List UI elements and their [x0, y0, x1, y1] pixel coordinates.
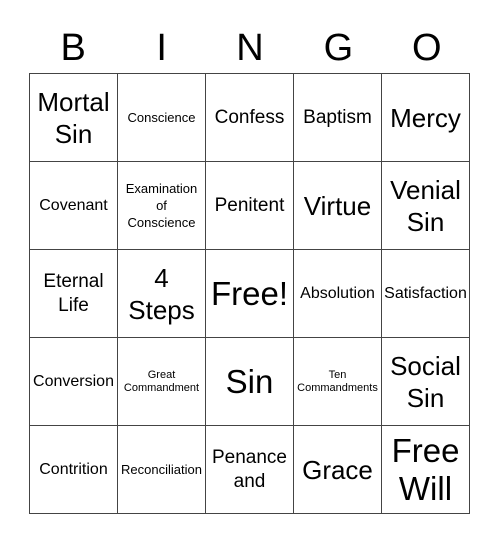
bingo-cell-text: Eternal Life — [43, 270, 104, 316]
bingo-cell[interactable]: Penance and — [206, 426, 294, 514]
bingo-cell-text: Reconciliation — [121, 462, 202, 477]
bingo-cell-text: Free Will — [391, 431, 460, 507]
bingo-cell[interactable]: Grace — [294, 426, 382, 514]
bingo-cell[interactable]: Reconciliation — [118, 426, 206, 514]
bingo-cell-text: Conscience — [127, 110, 196, 125]
bingo-cell[interactable]: Free Will — [382, 426, 470, 514]
header-letter-o: O — [412, 27, 442, 69]
bingo-cell-text: Grace — [302, 454, 373, 485]
bingo-cell-text: Free! — [210, 274, 289, 312]
bingo-cell[interactable]: Venial Sin — [382, 162, 470, 250]
bingo-cell-text: Satisfaction — [384, 284, 467, 302]
bingo-cell-text: Conversion — [33, 372, 114, 390]
bingo-cell[interactable]: Examination of Conscience — [118, 162, 206, 250]
bingo-cell[interactable]: Conversion — [30, 338, 118, 426]
bingo-cell[interactable]: Confess — [206, 74, 294, 162]
bingo-cell[interactable]: Baptism — [294, 74, 382, 162]
bingo-cell-text: Sin — [225, 362, 274, 400]
bingo-cell[interactable]: Free! — [206, 250, 294, 338]
bingo-header: B I N G O — [29, 22, 471, 74]
header-letter-i: I — [156, 27, 167, 69]
bingo-cell[interactable]: Virtue — [294, 162, 382, 250]
bingo-cell-text: Absolution — [300, 284, 375, 302]
bingo-cell[interactable]: Eternal Life — [30, 250, 118, 338]
bingo-cell-text: Baptism — [303, 106, 372, 128]
bingo-cell-text: Ten Commandments — [297, 368, 378, 394]
bingo-cell-text: Mercy — [390, 102, 461, 133]
header-letter-b: B — [60, 27, 86, 69]
bingo-cell[interactable]: Ten Commandments — [294, 338, 382, 426]
bingo-cell[interactable]: Mercy — [382, 74, 470, 162]
bingo-cell-text: Confess — [214, 106, 285, 128]
bingo-cell[interactable]: Covenant — [30, 162, 118, 250]
bingo-cell-text: Penitent — [214, 194, 285, 216]
header-letter-g: G — [323, 27, 354, 69]
bingo-cell[interactable]: Sin — [206, 338, 294, 426]
bingo-cell-text: Mortal Sin — [37, 86, 110, 149]
bingo-cell-text: Social Sin — [390, 350, 461, 413]
bingo-grid: Mortal Sin Conscience Confess Baptism Mercy C… — [29, 73, 470, 514]
bingo-cell-text: Examination of Conscience — [125, 181, 198, 230]
bingo-cell-text: Penance and — [211, 446, 287, 492]
bingo-cell[interactable]: Contrition — [30, 426, 118, 514]
bingo-cell[interactable]: Conscience — [118, 74, 206, 162]
bingo-cell-text: Great Commandment — [123, 368, 200, 394]
bingo-cell-text: 4 Steps — [128, 262, 195, 325]
header-letter-n: N — [236, 27, 264, 69]
bingo-cell-text: Virtue — [303, 190, 372, 221]
bingo-cell[interactable]: Social Sin — [382, 338, 470, 426]
bingo-cell[interactable]: Absolution — [294, 250, 382, 338]
bingo-cell-text: Venial Sin — [390, 174, 461, 237]
bingo-cell[interactable]: Mortal Sin — [30, 74, 118, 162]
bingo-cell[interactable]: Satisfaction — [382, 250, 470, 338]
bingo-cell[interactable]: 4 Steps — [118, 250, 206, 338]
bingo-cell-text: Contrition — [39, 460, 108, 478]
bingo-cell[interactable]: Penitent — [206, 162, 294, 250]
bingo-cell-text: Covenant — [39, 196, 108, 214]
bingo-cell[interactable]: Great Commandment — [118, 338, 206, 426]
